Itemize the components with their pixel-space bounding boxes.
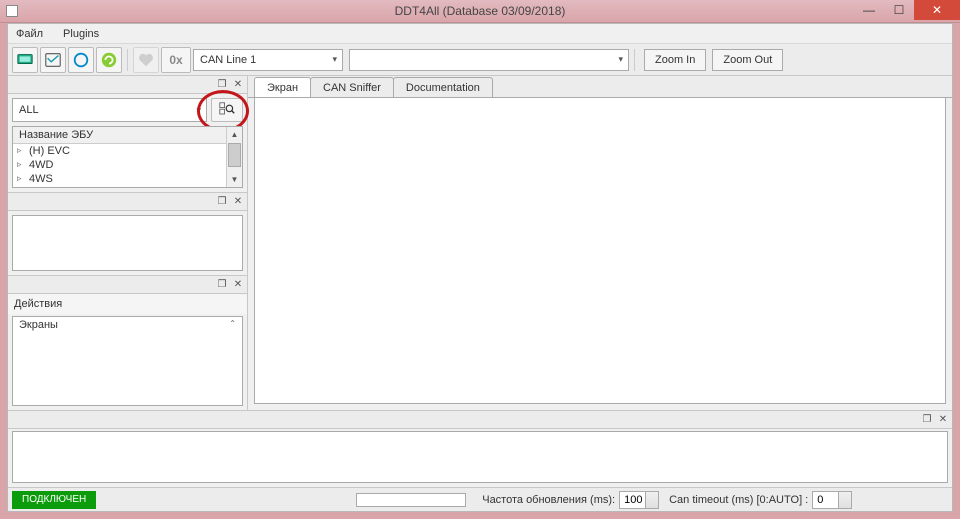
tab-documentation[interactable]: Documentation xyxy=(393,77,493,97)
refresh-icon[interactable] xyxy=(68,47,94,73)
spin-up-icon[interactable]: ▲ xyxy=(843,493,849,499)
right-panel: Экран CAN Sniffer Documentation xyxy=(248,76,952,410)
tree-item[interactable]: (H) EVC xyxy=(13,144,242,158)
maximize-button[interactable]: ☐ xyxy=(884,0,914,20)
scroll-down-icon[interactable]: ▼ xyxy=(227,172,242,187)
progress-bar xyxy=(356,493,466,507)
minimize-button[interactable]: — xyxy=(854,0,884,20)
timeout-value: 0 xyxy=(817,494,823,506)
spin-down-icon[interactable]: ▼ xyxy=(650,501,656,507)
client-area: Файл Plugins 0x CAN Line 1 Zoom In Zoom … xyxy=(7,23,953,512)
heart-icon[interactable] xyxy=(133,47,159,73)
screens-item[interactable]: Экраны ⌃ xyxy=(13,317,242,333)
scroll-up-icon[interactable]: ▲ xyxy=(227,127,242,142)
spin-up-icon[interactable]: ▲ xyxy=(650,493,656,499)
tab-screen[interactable]: Экран xyxy=(254,77,311,97)
toolbar: 0x CAN Line 1 Zoom In Zoom Out xyxy=(8,44,952,76)
scrollbar[interactable]: ▲ ▼ xyxy=(226,127,242,187)
actions-pane: ❐ ✕ Действия Экраны ⌃ xyxy=(8,276,247,410)
menu-file[interactable]: Файл xyxy=(12,26,47,42)
log-area xyxy=(12,431,948,483)
search-icon xyxy=(219,102,235,118)
actions-title: Действия xyxy=(8,294,247,314)
undock-icon[interactable]: ❐ xyxy=(920,413,934,427)
dock-header: ❐ ✕ xyxy=(8,193,247,211)
titlebar: DDT4All (Database 03/09/2018) — ☐ ✕ xyxy=(0,0,960,23)
statusbar: ПОДКЛЮЧЕН Частота обновления (ms): 100 ▲… xyxy=(8,487,952,511)
info-area xyxy=(12,215,243,271)
tree-item[interactable]: 4WD xyxy=(13,158,242,172)
bottom-dock: ❐ ✕ xyxy=(8,410,952,487)
close-pane-icon[interactable]: ✕ xyxy=(936,413,950,427)
hex-icon[interactable]: 0x xyxy=(161,47,191,73)
ecu-select[interactable] xyxy=(349,49,629,71)
separator xyxy=(127,49,128,71)
can-line-select[interactable]: CAN Line 1 xyxy=(193,49,343,71)
left-panel: ❐ ✕ ALL Название ЭБУ xyxy=(8,76,248,410)
scroll-thumb[interactable] xyxy=(228,143,241,167)
undock-icon[interactable]: ❐ xyxy=(215,278,229,292)
device-icon[interactable] xyxy=(40,47,66,73)
tree-header: Название ЭБУ xyxy=(13,127,242,144)
spin-down-icon[interactable]: ▼ xyxy=(843,501,849,507)
main-row: ❐ ✕ ALL Название ЭБУ xyxy=(8,76,952,410)
dock-header: ❐ ✕ xyxy=(8,411,952,429)
menubar: Файл Plugins xyxy=(8,24,952,44)
connection-badge: ПОДКЛЮЧЕН xyxy=(12,491,96,509)
timeout-spinner[interactable]: 0 ▲ ▼ xyxy=(812,491,852,509)
middle-pane: ❐ ✕ xyxy=(8,193,247,276)
separator xyxy=(634,49,635,71)
ecu-filter-pane: ❐ ✕ ALL Название ЭБУ xyxy=(8,76,247,193)
refresh-value: 100 xyxy=(624,494,642,506)
menu-plugins[interactable]: Plugins xyxy=(59,26,103,42)
search-button[interactable] xyxy=(211,98,243,122)
tab-can-sniffer[interactable]: CAN Sniffer xyxy=(310,77,394,97)
ecu-tree[interactable]: Название ЭБУ (H) EVC 4WD 4WS ▲ ▼ xyxy=(12,126,243,188)
undock-icon[interactable]: ❐ xyxy=(215,78,229,92)
actions-tree[interactable]: Экраны ⌃ xyxy=(12,316,243,406)
undock-icon[interactable]: ❐ xyxy=(215,195,229,209)
tab-content xyxy=(254,98,946,404)
close-button[interactable]: ✕ xyxy=(914,0,960,20)
can-line-value: CAN Line 1 xyxy=(200,54,256,66)
window-controls: — ☐ ✕ xyxy=(854,0,960,20)
filter-select[interactable]: ALL xyxy=(12,98,207,122)
connect-icon[interactable] xyxy=(12,47,38,73)
filter-value: ALL xyxy=(19,104,39,116)
close-pane-icon[interactable]: ✕ xyxy=(231,278,245,292)
sync-icon[interactable] xyxy=(96,47,122,73)
dock-header: ❐ ✕ xyxy=(8,276,247,294)
tree-item[interactable]: 4WS xyxy=(13,172,242,186)
timeout-label: Can timeout (ms) [0:AUTO] : xyxy=(669,494,808,506)
chevron-up-icon: ⌃ xyxy=(229,319,236,328)
filter-row: ALL xyxy=(8,94,247,126)
refresh-label: Частота обновления (ms): xyxy=(482,494,615,506)
close-pane-icon[interactable]: ✕ xyxy=(231,78,245,92)
refresh-spinner[interactable]: 100 ▲ ▼ xyxy=(619,491,659,509)
window-title: DDT4All (Database 03/09/2018) xyxy=(395,4,566,18)
zoom-out-button[interactable]: Zoom Out xyxy=(712,49,783,71)
close-pane-icon[interactable]: ✕ xyxy=(231,195,245,209)
dock-header: ❐ ✕ xyxy=(8,76,247,94)
zoom-in-button[interactable]: Zoom In xyxy=(644,49,706,71)
tab-bar: Экран CAN Sniffer Documentation xyxy=(248,76,952,98)
app-icon xyxy=(6,5,18,17)
